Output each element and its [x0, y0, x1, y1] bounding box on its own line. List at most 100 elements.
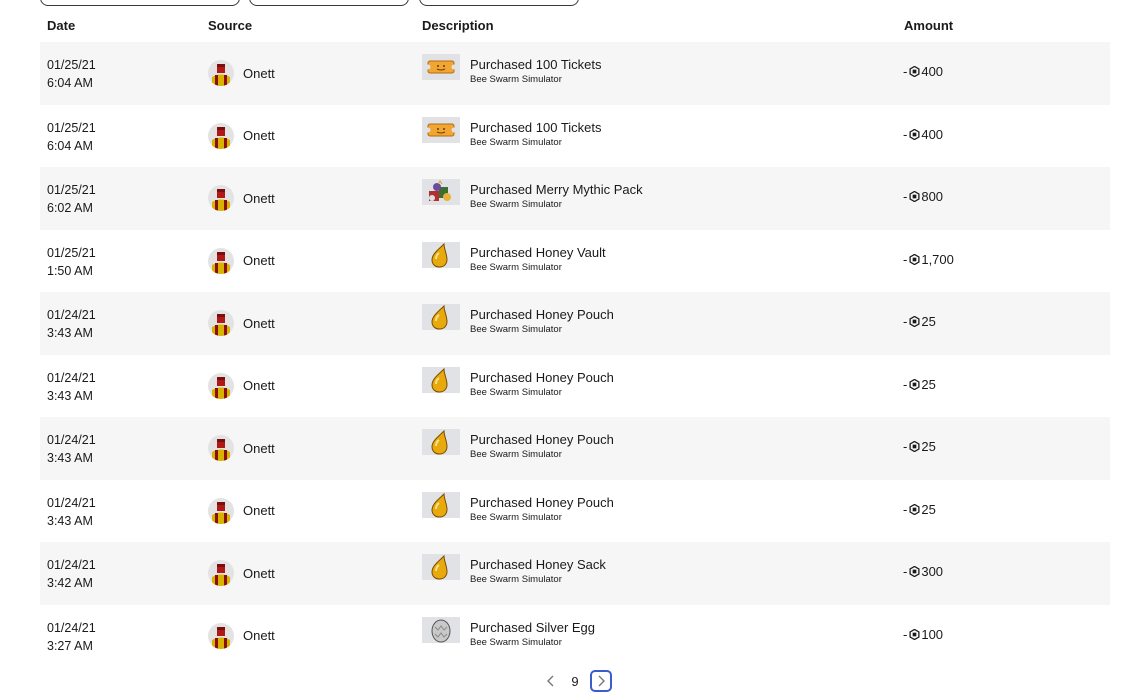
filter-dropdown-3[interactable] [419, 0, 579, 6]
avatar[interactable] [208, 497, 234, 524]
table-row: 01/25/21 6:04 AM Onett Purchased 100 Ticket… [40, 104, 1110, 167]
avatar[interactable] [208, 310, 234, 336]
amount-value: 400 [921, 64, 944, 79]
item-title: Purchased Honey Pouch [470, 494, 614, 510]
source-cell[interactable]: Onett [208, 622, 275, 650]
honey-drop-icon[interactable] [422, 491, 460, 518]
amount-sign: - [903, 189, 908, 204]
time-text: 3:43 AM [47, 388, 93, 403]
date-text: 01/24/21 [47, 370, 96, 385]
amount-sign: - [903, 126, 908, 142]
robux-icon [909, 628, 920, 640]
avatar[interactable] [208, 185, 234, 211]
source-name[interactable]: Onett [243, 441, 275, 456]
description-cell: Purchased Honey Pouch Bee Swarm Simulator [470, 432, 614, 462]
source-cell[interactable]: Onett [208, 122, 275, 150]
description-cell: Purchased Honey Pouch Bee Swarm Simulator [470, 370, 614, 400]
date-cell: 01/24/21 3:42 AM [47, 556, 96, 592]
avatar[interactable] [208, 560, 234, 586]
date-text: 01/25/21 [47, 58, 96, 72]
source-name[interactable]: Onett [243, 628, 275, 643]
honey-drop-icon[interactable] [422, 366, 460, 393]
description-cell: Purchased Honey Pouch Bee Swarm Simulator [470, 307, 614, 337]
source-name[interactable]: Onett [243, 191, 275, 206]
source-name[interactable]: Onett [243, 316, 275, 331]
chevron-right-icon [598, 675, 605, 687]
game-name[interactable]: Bee Swarm Simulator [470, 136, 602, 150]
amount-value: 400 [921, 126, 944, 142]
table-row: 01/25/21 6:04 AM Onett Purchased 100 Ticket… [40, 42, 1110, 105]
source-cell[interactable]: Onett [208, 59, 275, 87]
silver-egg-icon[interactable] [422, 616, 460, 643]
avatar[interactable] [208, 60, 234, 86]
source-cell[interactable]: Onett [208, 309, 275, 337]
amount-sign: - [903, 439, 908, 454]
game-name[interactable]: Bee Swarm Simulator [470, 636, 595, 650]
honey-drop-icon[interactable] [422, 241, 460, 268]
filter-dropdown-2[interactable] [249, 0, 409, 6]
next-page-button[interactable] [590, 670, 612, 692]
source-cell[interactable]: Onett [208, 247, 275, 275]
honey-drop-icon[interactable] [422, 554, 460, 580]
avatar[interactable] [208, 435, 234, 461]
avatar[interactable] [208, 122, 234, 149]
date-cell: 01/24/21 3:27 AM [47, 619, 96, 655]
source-cell[interactable]: Onett [208, 497, 275, 525]
current-page-number: 9 [571, 673, 579, 689]
time-text: 3:42 AM [47, 576, 93, 590]
table-row: 01/24/21 3:43 AM Onett Purchased Honey Pouc… [40, 292, 1110, 355]
table-header: Date Source Description Amount [40, 10, 1110, 42]
time-text: 6:04 AM [47, 76, 93, 90]
table-row: 01/25/21 1:50 AM Onett Purchased Honey Vaul… [40, 229, 1110, 292]
robux-icon [909, 191, 920, 202]
game-name[interactable]: Bee Swarm Simulator [470, 73, 602, 87]
item-title: Purchased Honey Pouch [470, 369, 614, 385]
avatar[interactable] [208, 372, 234, 399]
avatar[interactable] [208, 247, 234, 274]
source-cell[interactable]: Onett [208, 372, 275, 400]
game-name[interactable]: Bee Swarm Simulator [470, 573, 606, 587]
table-row: 01/24/21 3:27 AM Onett Purchased Silver Egg… [40, 604, 1110, 667]
ticket-icon[interactable] [422, 116, 460, 143]
source-name[interactable]: Onett [243, 566, 275, 581]
date-text: 01/25/21 [47, 183, 96, 197]
source-name[interactable]: Onett [243, 378, 275, 393]
source-cell[interactable]: Onett [208, 434, 275, 462]
source-name[interactable]: Onett [243, 128, 275, 143]
game-name[interactable]: Bee Swarm Simulator [470, 511, 614, 525]
item-title: Purchased Honey Sack [470, 557, 606, 572]
robux-icon [909, 566, 920, 577]
game-name[interactable]: Bee Swarm Simulator [470, 323, 614, 337]
gift-pack-icon[interactable] [422, 179, 460, 205]
item-title: Purchased Honey Pouch [470, 307, 614, 322]
source-name[interactable]: Onett [243, 503, 275, 518]
game-name[interactable]: Bee Swarm Simulator [470, 198, 643, 212]
honey-drop-icon[interactable] [422, 429, 460, 455]
game-name[interactable]: Bee Swarm Simulator [470, 448, 614, 462]
amount-value: 25 [921, 501, 936, 517]
prev-page-button[interactable] [540, 670, 562, 692]
filter-dropdown-1[interactable] [40, 0, 240, 6]
column-header-amount: Amount [904, 18, 954, 33]
source-name[interactable]: Onett [243, 253, 275, 268]
column-header-source: Source [208, 18, 253, 33]
description-cell: Purchased Silver Egg Bee Swarm Simulator [470, 620, 595, 650]
item-title: Purchased 100 Tickets [470, 57, 602, 72]
table-row: 01/24/21 3:42 AM Onett Purchased Honey Sack… [40, 542, 1110, 605]
ticket-icon[interactable] [422, 54, 460, 80]
time-text: 6:02 AM [47, 201, 93, 215]
description-cell: Purchased Merry Mythic Pack Bee Swarm Sim… [470, 182, 643, 212]
column-header-date: Date [47, 18, 76, 33]
amount-cell: -25 [903, 502, 936, 517]
robux-icon [909, 316, 920, 327]
source-cell[interactable]: Onett [208, 184, 275, 212]
amount-sign: - [903, 564, 908, 579]
game-name[interactable]: Bee Swarm Simulator [470, 386, 614, 400]
source-cell[interactable]: Onett [208, 559, 275, 587]
date-text: 01/24/21 [47, 495, 96, 510]
source-name[interactable]: Onett [243, 66, 275, 81]
honey-drop-icon[interactable] [422, 304, 460, 330]
avatar[interactable] [208, 622, 234, 649]
game-name[interactable]: Bee Swarm Simulator [470, 261, 606, 275]
time-text: 3:43 AM [47, 513, 93, 528]
